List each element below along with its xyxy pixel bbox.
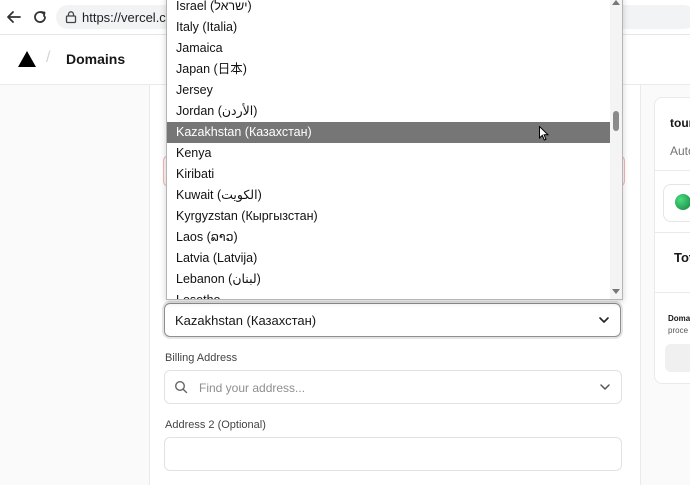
scroll-up-arrow-icon[interactable] [612,0,620,5]
dropdown-option[interactable]: Japan (日本) [167,59,610,80]
back-arrow-icon[interactable] [5,8,23,26]
summary-domain-name: tour [670,116,690,130]
dropdown-option[interactable]: Jordan (الأردن) [167,101,610,122]
country-dropdown-list: Israel (ישראל) Italy (Italia) Jamaica Ja… [166,0,623,300]
chevron-down-icon[interactable] [599,381,611,393]
dropdown-scrollbar[interactable] [610,0,622,299]
address2-input[interactable] [164,437,622,471]
billing-address-field[interactable] [164,370,622,404]
reload-icon[interactable] [31,8,49,26]
divider [655,232,690,233]
purchase-button[interactable] [665,344,690,372]
scrollbar-thumb[interactable] [613,111,619,131]
summary-auto-renew: Auto [670,144,690,158]
dropdown-option[interactable]: Lesotho [167,290,610,299]
dropdown-option[interactable]: Kuwait (الكويت) [167,185,610,206]
address2-label: Address 2 (Optional) [165,419,266,431]
country-select[interactable]: Kazakhstan (Казахстан) [164,303,621,337]
registrar-badge [663,184,690,222]
dropdown-option[interactable]: Italy (Italia) [167,17,610,38]
site-info-icon[interactable] [64,10,78,24]
country-select-value: Kazakhstan (Казахстан) [175,313,317,328]
chevron-down-icon [599,317,609,323]
dropdown-option[interactable]: Kiribati [167,164,610,185]
dropdown-option[interactable]: Latvia (Latvija) [167,248,610,269]
breadcrumb-separator: / [46,49,51,66]
search-icon [174,380,188,394]
globe-icon [675,194,690,210]
scroll-down-arrow-icon[interactable] [612,289,620,295]
dropdown-option[interactable]: Kyrgyzstan (Кыргызстан) [167,206,610,227]
summary-note-text: proce [668,326,689,335]
dropdown-option[interactable]: Laos (ລາວ) [167,227,610,248]
dropdown-option[interactable]: Israel (ישראל) [167,0,610,17]
dropdown-option[interactable]: Jamaica [167,38,610,59]
summary-total-label: Tot [674,250,690,265]
mouse-pointer-icon [539,126,549,141]
vercel-logo-icon[interactable] [18,51,36,67]
page-title: Domains [66,51,126,67]
dropdown-option[interactable]: Lebanon (لبنان) [167,269,610,290]
dropdown-option[interactable]: Kenya [167,143,610,164]
order-summary-card: tour Auto Tot Doma proce [654,97,690,384]
divider [655,292,690,293]
summary-note-title: Doma [668,314,690,323]
billing-address-input[interactable] [197,378,581,398]
dropdown-option[interactable]: Jersey [167,80,610,101]
billing-address-label: Billing Address [165,352,238,364]
divider [655,170,690,171]
